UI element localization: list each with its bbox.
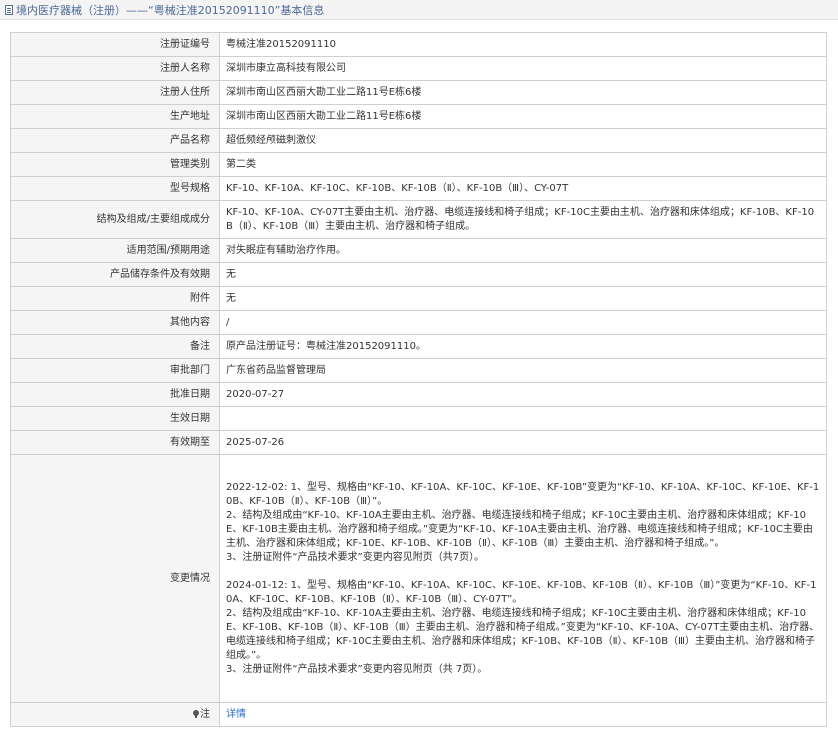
field-label: 型号规格 [10,176,220,201]
field-label: 备注 [10,334,220,359]
row-valid-until: 有效期至 2025-07-26 [10,430,827,455]
note-label-cell: 注 [10,702,220,727]
field-value: 2020-07-27 [219,382,827,407]
change-entry: 2024-01-12: 1、型号、规格由“KF-10、KF-10A、KF-10C… [226,579,817,605]
field-value: 粤械注准20152091110 [219,32,827,57]
row-approval-date: 批准日期 2020-07-27 [10,382,827,407]
row-approval-dept: 审批部门 广东省药品监督管理局 [10,358,827,383]
row-model-spec: 型号规格 KF-10、KF-10A、KF-10C、KF-10B、KF-10B（Ⅱ… [10,176,827,201]
row-management-class: 管理类别 第二类 [10,152,827,177]
field-label: 生效日期 [10,406,220,431]
change-entry: 2、结构及组成由“KF-10、KF-10A主要由主机、治疗器、电缆连接线和椅子组… [226,509,813,549]
row-storage: 产品储存条件及有效期 无 [10,262,827,287]
field-label: 产品储存条件及有效期 [10,262,220,287]
field-value [219,406,827,431]
field-label: 其他内容 [10,310,220,335]
field-value: 原产品注册证号：粤械注准20152091110。 [219,334,827,359]
page-title: 境内医疗器械（注册）——“粤械注准20152091110”基本信息 [16,3,325,17]
row-changes: 变更情况 2022-12-02: 1、型号、规格由“KF-10、KF-10A、K… [10,454,827,703]
change-history: 2022-12-02: 1、型号、规格由“KF-10、KF-10A、KF-10C… [226,478,820,680]
field-value: 对失眠症有辅助治疗作用。 [219,238,827,263]
field-label: 注册人住所 [10,80,220,105]
row-intended-use: 适用范围/预期用途 对失眠症有辅助治疗作用。 [10,238,827,263]
field-label: 批准日期 [10,382,220,407]
row-note: 注 详情 [10,702,827,727]
change-entry: 3、注册证附件“产品技术要求”变更内容见附页（共 7页）。 [226,663,488,675]
field-value: KF-10、KF-10A、CY-07T主要由主机、治疗器、电缆连接线和椅子组成；… [219,200,827,239]
field-value: 广东省药品监督管理局 [219,358,827,383]
note-label: 注 [200,708,210,720]
field-label: 审批部门 [10,358,220,383]
row-registration-no: 注册证编号 粤械注准20152091110 [10,32,827,57]
row-registrant-name: 注册人名称 深圳市康立高科技有限公司 [10,56,827,81]
row-structure: 结构及组成/主要组成成分 KF-10、KF-10A、CY-07T主要由主机、治疗… [10,200,827,239]
info-table-container: 注册证编号 粤械注准20152091110 注册人名称 深圳市康立高科技有限公司… [10,32,827,727]
field-label: 结构及组成/主要组成成分 [10,200,220,239]
row-effective-date: 生效日期 [10,406,827,431]
field-value: 第二类 [219,152,827,177]
field-value: 深圳市南山区西丽大勘工业二路11号E栋6楼 [219,80,827,105]
field-label: 变更情况 [10,454,220,703]
field-value: 深圳市康立高科技有限公司 [219,56,827,81]
title-bar: 境内医疗器械（注册）——“粤械注准20152091110”基本信息 [0,0,838,20]
field-value: 深圳市南山区西丽大勘工业二路11号E栋6楼 [219,104,827,129]
details-link[interactable]: 详情 [226,709,246,720]
field-value: 无 [219,286,827,311]
field-value: KF-10、KF-10A、KF-10C、KF-10B、KF-10B（Ⅱ）、KF-… [219,176,827,201]
field-value: / [219,310,827,335]
field-value: 无 [219,262,827,287]
field-label: 注册证编号 [10,32,220,57]
field-value: 超低频经颅磁刺激仪 [219,128,827,153]
field-value: 2025-07-26 [219,430,827,455]
document-icon [5,4,13,15]
field-label: 适用范围/预期用途 [10,238,220,263]
row-production-address: 生产地址 深圳市南山区西丽大勘工业二路11号E栋6楼 [10,104,827,129]
change-entry: 3、注册证附件“产品技术要求”变更内容见附页（共7页）。 [226,551,485,563]
row-remark: 备注 原产品注册证号：粤械注准20152091110。 [10,334,827,359]
field-label: 产品名称 [10,128,220,153]
changes-value: 2022-12-02: 1、型号、规格由“KF-10、KF-10A、KF-10C… [219,454,827,703]
field-label: 管理类别 [10,152,220,177]
change-entry: 2、结构及组成由“KF-10、KF-10A主要由主机、治疗器、电缆连接线和椅子组… [226,607,820,661]
row-registrant-address: 注册人住所 深圳市南山区西丽大勘工业二路11号E栋6楼 [10,80,827,105]
field-label: 注册人名称 [10,56,220,81]
row-other: 其他内容 / [10,310,827,335]
change-entry: 2022-12-02: 1、型号、规格由“KF-10、KF-10A、KF-10C… [226,481,820,507]
field-label: 附件 [10,286,220,311]
row-attachment: 附件 无 [10,286,827,311]
note-value: 详情 [219,702,827,727]
pin-icon [193,709,199,718]
info-table: 注册证编号 粤械注准20152091110 注册人名称 深圳市康立高科技有限公司… [10,32,827,727]
field-label: 生产地址 [10,104,220,129]
row-product-name: 产品名称 超低频经颅磁刺激仪 [10,128,827,153]
field-label: 有效期至 [10,430,220,455]
